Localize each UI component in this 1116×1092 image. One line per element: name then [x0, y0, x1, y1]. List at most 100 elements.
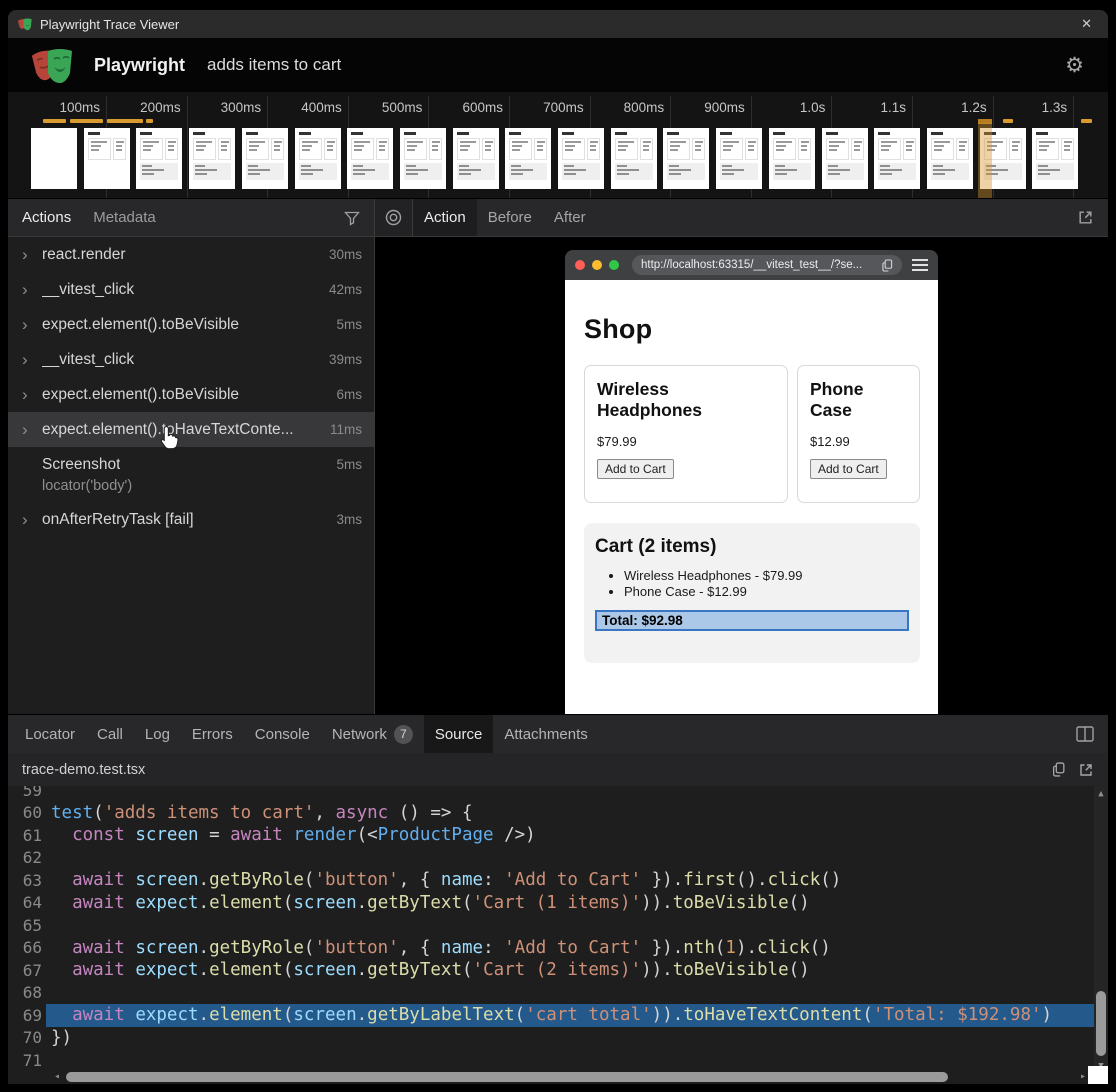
tab-console[interactable]: Console — [244, 715, 321, 753]
thumb-cart — [457, 163, 495, 180]
tab-call[interactable]: Call — [86, 715, 134, 753]
chevron-right-icon[interactable]: › — [22, 245, 42, 265]
thumb-shop-title — [562, 132, 574, 135]
filmstrip-thumbnail[interactable] — [400, 128, 446, 189]
action-row[interactable]: ›react.render30ms — [8, 237, 374, 272]
chevron-right-icon[interactable]: › — [22, 385, 42, 405]
app-header: Playwright adds items to cart ⚙ — [8, 38, 1108, 92]
thumb-line — [249, 145, 259, 147]
thumb-line — [407, 141, 423, 143]
split-view-icon[interactable] — [1076, 726, 1094, 742]
open-source-externally-icon[interactable] — [1078, 762, 1094, 778]
thumb-line — [643, 141, 651, 143]
filmstrip-thumbnail[interactable] — [558, 128, 604, 189]
filmstrip-thumbnail[interactable] — [1032, 128, 1078, 189]
tab-locator[interactable]: Locator — [14, 715, 86, 753]
close-icon[interactable]: ✕ — [1075, 14, 1098, 34]
thumb-line — [565, 145, 575, 147]
filmstrip-thumbnail[interactable] — [663, 128, 709, 189]
thumb-line — [1039, 145, 1049, 147]
thumb-line — [828, 173, 840, 175]
thumb-cards — [720, 138, 758, 160]
action-row[interactable]: ›__vitest_click42ms — [8, 272, 374, 307]
action-row[interactable]: Screenshot5ms — [8, 447, 374, 482]
filmstrip-thumbnail[interactable] — [505, 128, 551, 189]
filmstrip-thumbnail[interactable] — [874, 128, 920, 189]
timeline[interactable]: 100ms200ms300ms400ms500ms600ms700ms800ms… — [8, 92, 1108, 199]
horizontal-scrollbar[interactable]: ◂ ▸ — [8, 1070, 1094, 1084]
chevron-right-icon[interactable]: › — [22, 350, 42, 370]
action-row[interactable]: ›__vitest_click39ms — [8, 342, 374, 377]
filmstrip-thumbnail[interactable] — [189, 128, 235, 189]
chevron-right-icon[interactable]: › — [22, 280, 42, 300]
source-filename: trace-demo.test.tsx — [22, 762, 145, 778]
action-row[interactable]: ›expect.element().toBeVisible5ms — [8, 307, 374, 342]
scroll-left-arrow[interactable]: ◂ — [54, 1071, 60, 1082]
tab-action[interactable]: Action — [413, 199, 477, 236]
tab-actions[interactable]: Actions — [22, 209, 71, 226]
thumb-line — [1064, 145, 1070, 147]
filter-icon[interactable] — [344, 210, 360, 226]
scroll-right-arrow[interactable]: ▸ — [1080, 1071, 1086, 1082]
filmstrip-thumbnail[interactable] — [347, 128, 393, 189]
thumb-cart — [299, 163, 337, 180]
tab-metadata[interactable]: Metadata — [93, 209, 156, 226]
action-row[interactable]: ›expect.element().toBeVisible6ms — [8, 377, 374, 412]
scroll-up-arrow[interactable]: ▲ — [1094, 789, 1108, 799]
tab-source[interactable]: Source — [424, 715, 494, 753]
tab-network[interactable]: Network7 — [321, 715, 424, 753]
filmstrip-thumbnail[interactable] — [769, 128, 815, 189]
tab-log[interactable]: Log — [134, 715, 181, 753]
thumb-line — [274, 149, 280, 151]
thumb-line — [196, 141, 212, 143]
pick-locator-button[interactable] — [375, 199, 413, 236]
filmstrip-thumbnail[interactable] — [611, 128, 657, 189]
tab-after[interactable]: After — [543, 199, 597, 236]
chevron-right-icon[interactable]: › — [22, 510, 42, 530]
tab-errors[interactable]: Errors — [181, 715, 244, 753]
thumb-cards — [404, 138, 442, 160]
add-to-cart-button[interactable]: Add to Cart — [810, 459, 887, 479]
thumb-line — [722, 169, 744, 171]
tab-before[interactable]: Before — [477, 199, 543, 236]
filmstrip-thumbnail[interactable] — [453, 128, 499, 189]
horizontal-scroll-thumb[interactable] — [66, 1072, 948, 1082]
action-sublabel[interactable]: locator('body') — [8, 478, 374, 502]
thumb-line — [116, 145, 122, 147]
thumb-line — [695, 149, 701, 151]
thumb-line — [195, 165, 205, 167]
filmstrip-thumbnail[interactable] — [31, 128, 77, 189]
action-duration: 5ms — [328, 457, 362, 472]
url-bar[interactable]: http://localhost:63315/__vitest_test__/?… — [632, 255, 902, 275]
chevron-right-icon[interactable]: › — [22, 315, 42, 335]
thumb-line — [881, 145, 891, 147]
tab-attachments[interactable]: Attachments — [493, 715, 598, 753]
filmstrip-thumbnail[interactable] — [242, 128, 288, 189]
chevron-right-icon[interactable]: › — [22, 420, 42, 440]
filmstrip-thumbnail[interactable] — [84, 128, 130, 189]
thumb-line — [1038, 165, 1048, 167]
thumb-line — [669, 169, 691, 171]
code-text — [46, 1049, 1094, 1072]
thumb-shop-title — [509, 132, 521, 135]
popout-snapshot-icon[interactable] — [1077, 209, 1094, 226]
add-to-cart-button[interactable]: Add to Cart — [597, 459, 674, 479]
thumb-line — [565, 141, 581, 143]
action-row[interactable]: ›expect.element().toHaveTextConte...11ms — [8, 412, 374, 447]
vertical-scroll-thumb[interactable] — [1096, 991, 1106, 1056]
copy-source-icon[interactable] — [1052, 762, 1066, 778]
filmstrip-thumbnail[interactable] — [295, 128, 341, 189]
copy-url-icon[interactable] — [882, 259, 893, 272]
thumb-line — [512, 145, 522, 147]
action-row[interactable]: ›onAfterRetryTask [fail]3ms — [8, 502, 374, 537]
thumb-shop-title — [404, 132, 416, 135]
thumb-cart — [615, 163, 653, 180]
vertical-scrollbar[interactable]: ▲ ▼ — [1094, 786, 1108, 1070]
filmstrip-thumbnail[interactable] — [136, 128, 182, 189]
action-duration: 39ms — [321, 352, 362, 367]
filmstrip-thumbnail[interactable] — [822, 128, 868, 189]
filmstrip-thumbnail[interactable] — [927, 128, 973, 189]
filmstrip-thumbnail[interactable] — [716, 128, 762, 189]
hamburger-menu-icon[interactable] — [912, 259, 928, 271]
gear-icon[interactable]: ⚙ — [1065, 55, 1084, 76]
